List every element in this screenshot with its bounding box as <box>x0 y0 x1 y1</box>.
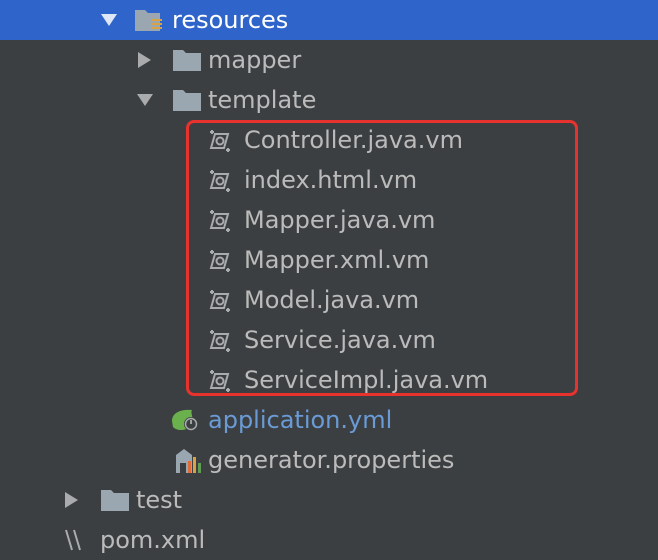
tree-node-mapper[interactable]: mapper <box>0 40 658 80</box>
folder-icon <box>173 50 201 71</box>
properties-file-icon <box>176 449 201 473</box>
chevron-right-icon[interactable] <box>138 52 151 68</box>
tree-node-mapper-label: mapper <box>208 46 302 74</box>
tree-node-template[interactable]: template <box>0 80 658 120</box>
resources-folder-icon <box>135 10 162 31</box>
tree-node-test-label: test <box>136 486 183 514</box>
project-tree: resources mapper template Controller.jav… <box>0 0 658 554</box>
tree-node-resources[interactable]: resources <box>0 0 658 40</box>
chevron-right-icon[interactable] <box>65 492 78 508</box>
tree-node-test[interactable]: test <box>0 480 658 520</box>
maven-icon <box>65 529 81 551</box>
tree-node-pom[interactable]: pom.xml <box>0 520 658 560</box>
tree-node-generator-properties[interactable]: generator.properties <box>0 440 658 480</box>
tree-node-application-yml-label: application.yml <box>208 406 393 434</box>
folder-icon <box>101 490 129 511</box>
folder-icon <box>173 90 201 111</box>
highlight-box <box>186 120 578 396</box>
tree-node-template-label: template <box>208 86 317 114</box>
chevron-down-icon[interactable] <box>101 14 117 26</box>
chevron-down-icon[interactable] <box>137 94 153 106</box>
tree-node-pom-label: pom.xml <box>100 526 206 554</box>
tree-node-generator-properties-label: generator.properties <box>208 446 455 474</box>
tree-node-application-yml[interactable]: application.yml <box>0 400 658 440</box>
tree-node-resources-label: resources <box>172 6 289 34</box>
spring-config-icon <box>172 409 198 431</box>
